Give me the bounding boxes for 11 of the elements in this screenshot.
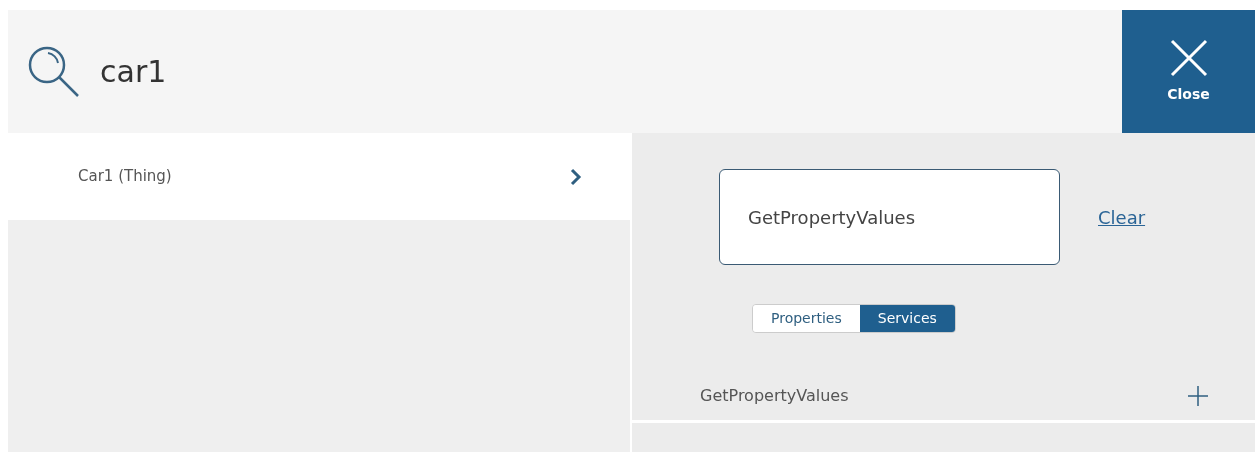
toggle-tab[interactable]: Services xyxy=(859,305,955,332)
close-icon xyxy=(1168,38,1209,78)
service-name: GetPropertyValues xyxy=(700,384,849,407)
result-item[interactable]: Car1 (Thing) xyxy=(8,133,630,220)
clear-link[interactable]: Clear xyxy=(1098,203,1146,231)
search-field[interactable]: car1 xyxy=(100,49,500,94)
close-button[interactable]: Close xyxy=(1122,10,1255,133)
filter-field[interactable]: GetPropertyValues xyxy=(719,169,1060,265)
add-icon[interactable] xyxy=(1187,384,1209,407)
toggle-tab[interactable]: Properties xyxy=(753,305,860,332)
chevron-right-icon xyxy=(570,167,582,186)
